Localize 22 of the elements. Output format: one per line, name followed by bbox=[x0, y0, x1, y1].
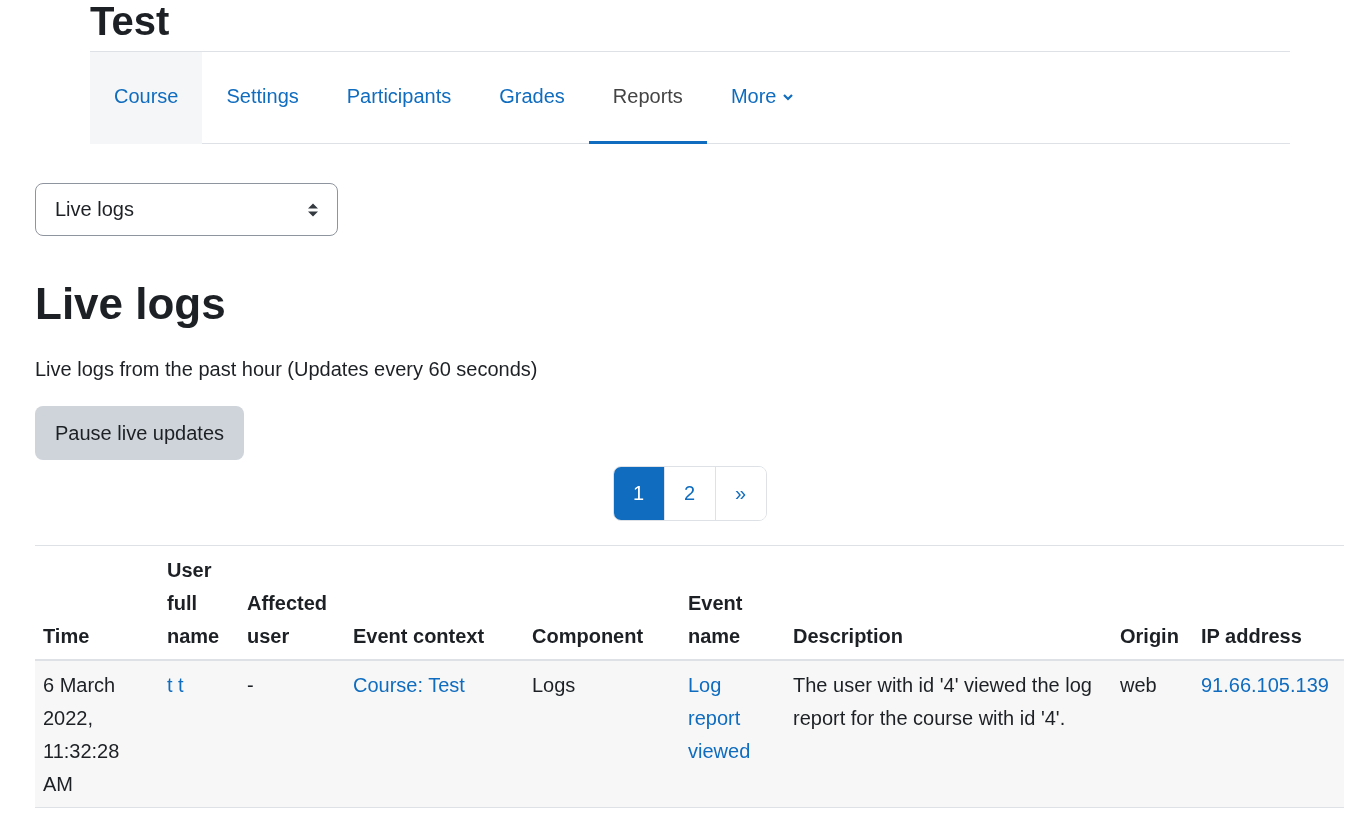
course-title: Test bbox=[90, 0, 170, 45]
nav-tab[interactable]: Grades bbox=[475, 52, 589, 144]
table-cell: web bbox=[1112, 660, 1193, 808]
table-cell: The user with id '4' viewed the log report for the course with id '4'. bbox=[785, 660, 1112, 808]
report-select[interactable]: Live logs bbox=[35, 183, 338, 236]
table-cell: Logs bbox=[524, 660, 680, 808]
nav-tab[interactable]: Participants bbox=[322, 52, 476, 144]
pause-button[interactable]: Pause live updates bbox=[35, 406, 244, 460]
nav-tab[interactable]: Reports bbox=[588, 52, 707, 144]
nav-tab[interactable]: Course bbox=[90, 52, 203, 144]
sort-caret-icon bbox=[307, 201, 319, 218]
table-link[interactable]: 91.66.105.139 bbox=[1201, 669, 1329, 702]
page-heading: Live logs bbox=[35, 278, 227, 330]
table-cell: 6 March 2022, 11:32:28 AM bbox=[35, 660, 159, 808]
table-cell: - bbox=[239, 660, 345, 808]
table-link[interactable]: Course: Test bbox=[353, 669, 465, 702]
page-link[interactable]: 1 bbox=[613, 467, 664, 520]
more-menu[interactable]: More bbox=[706, 52, 819, 144]
page-link[interactable]: » bbox=[714, 467, 766, 520]
nav-tab[interactable]: Settings bbox=[202, 52, 323, 144]
description-text: Live logs from the past hour (Updates every 60 seconds) bbox=[35, 357, 539, 382]
table-link[interactable]: t t bbox=[167, 669, 184, 702]
